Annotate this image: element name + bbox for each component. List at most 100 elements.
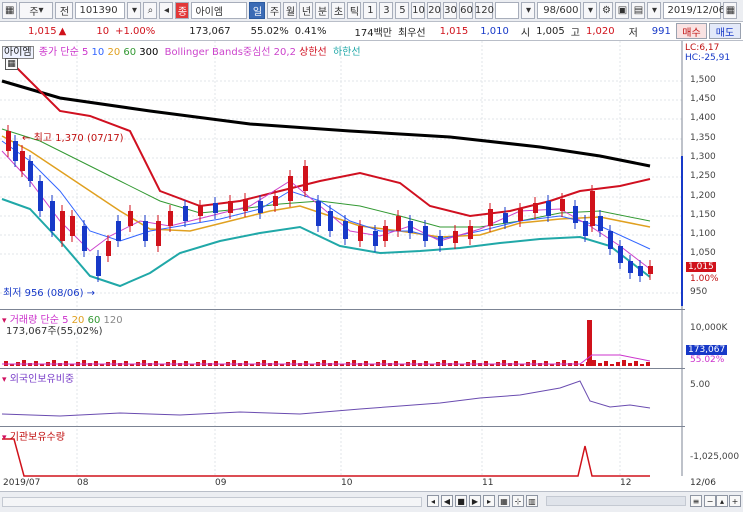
tab-weekly[interactable]: 주 [267, 2, 282, 19]
x-tick-08: 08 [77, 478, 89, 488]
period-3[interactable]: 3 [379, 2, 394, 19]
stock-code-input[interactable]: 101390 [75, 2, 126, 19]
grid-icon[interactable]: ▦ [5, 58, 18, 70]
y-tick-1150: 1,150 [690, 210, 716, 220]
candle-body [243, 199, 248, 211]
candle-body [648, 266, 653, 274]
candle-body [546, 201, 551, 216]
candle-body [116, 221, 121, 241]
tab-second[interactable]: 초 [331, 2, 346, 19]
stop-icon[interactable]: ■ [455, 495, 467, 507]
calendar-icon[interactable]: ▦ [723, 2, 738, 19]
scroll-left-icon[interactable]: ◂ [427, 495, 439, 507]
hc-label: HC:-25,91 [685, 53, 731, 63]
tab-tick[interactable]: 틱 [347, 2, 362, 19]
volume-value: 173,067 [189, 25, 231, 37]
candle-body [423, 226, 428, 241]
low-label: 저 [628, 27, 638, 39]
y-tick-1250: 1,250 [690, 171, 716, 181]
high-annotation: ← 최고 1,370 (07/17) [22, 129, 124, 144]
y-tick-1350: 1,350 [690, 133, 716, 143]
period-5[interactable]: 5 [395, 2, 410, 19]
candle-body [13, 141, 18, 161]
quote-bar: 1,015 ▲ 10 +1.00% 173,067 55.02% 0.41% 1… [0, 22, 743, 41]
step-forward-icon[interactable]: ▶ [469, 495, 481, 507]
settings-icon[interactable]: ⚙ [599, 2, 614, 19]
tab-daily[interactable]: 일 [249, 2, 266, 19]
list-icon[interactable]: ≡ [690, 495, 702, 507]
zoom-out-icon[interactable]: − [704, 495, 716, 507]
ma10-line [1, 140, 651, 250]
candle-body [168, 211, 173, 226]
search-icon[interactable]: ⌕ [143, 2, 158, 19]
candle-body [70, 216, 75, 236]
save-icon[interactable]: ▤ [631, 2, 646, 19]
step-back-icon[interactable]: ◀ [441, 495, 453, 507]
x-tick-12: 12 [620, 478, 632, 488]
scroll-track[interactable] [2, 497, 422, 507]
market-dropdown[interactable]: 전 [55, 2, 74, 19]
date-field[interactable]: 2019/12/06 [663, 2, 725, 19]
candle-body [408, 221, 413, 233]
bollinger-legend: Bollinger Bands중심선 20,2 [164, 47, 296, 58]
x-tick-09: 09 [215, 478, 227, 488]
lock-icon[interactable]: ▣ [615, 2, 630, 19]
candle-body [488, 209, 493, 226]
code-dropdown-icon[interactable]: ▾ [127, 2, 142, 19]
sell-button[interactable]: 매도 [709, 23, 741, 39]
scroll-right-icon[interactable]: ▸ [483, 495, 495, 507]
crosshair-icon[interactable]: ⊹ [512, 495, 524, 507]
expand-icon[interactable]: ▾ [2, 433, 7, 443]
range-icon[interactable]: ▦ [498, 495, 510, 507]
period-120[interactable]: 120 [475, 2, 494, 19]
chart-type-icon[interactable]: ▥ [526, 495, 538, 507]
candle-body [590, 191, 595, 226]
candle-body [383, 226, 388, 241]
foreign-title: 외국인보유비중 [9, 374, 75, 385]
candle-body [618, 246, 623, 263]
open-price: 1,005 [536, 25, 565, 37]
custom-dropdown-icon[interactable]: ▾ [521, 2, 536, 19]
candle-body [143, 221, 148, 241]
period-10[interactable]: 10 [411, 2, 426, 19]
period-60[interactable]: 60 [459, 2, 474, 19]
bb-upper-legend: 상한선 [299, 47, 327, 58]
expand-icon[interactable]: ▾ [2, 375, 7, 385]
period-20[interactable]: 20 [427, 2, 442, 19]
stock-chart[interactable]: 아이엠 종가 단순 5 10 20 60 300 Bollinger Bands… [0, 41, 743, 512]
candle-body [560, 199, 565, 211]
candle-body [608, 231, 613, 249]
candle-body [518, 209, 523, 221]
stock-name-field[interactable]: 아이엠 [191, 2, 248, 19]
candle-body [183, 206, 188, 221]
chevron-down-icon[interactable]: ▾ [583, 2, 598, 19]
best-bid: 1,010 [480, 25, 509, 37]
vol-ma120-legend: 120 [103, 315, 123, 326]
y-tick-1400: 1,400 [690, 113, 716, 123]
candle-body [598, 216, 603, 231]
candle-body [328, 211, 333, 231]
scroll-up-icon[interactable]: ▴ [716, 495, 728, 507]
ma60-legend: 60 [123, 47, 137, 58]
ma10-legend: 10 [91, 47, 105, 58]
candle-body [96, 256, 101, 276]
tab-minute[interactable]: 분 [315, 2, 330, 19]
zoom-track[interactable] [546, 496, 686, 506]
period-30[interactable]: 30 [443, 2, 458, 19]
buy-button[interactable]: 매수 [676, 23, 707, 39]
candle-body [128, 211, 133, 226]
tab-monthly[interactable]: 월 [283, 2, 298, 19]
chevron-down-icon: ▾ [38, 5, 44, 16]
menu-icon[interactable]: ▦ [2, 2, 18, 19]
timeframe-dropdown[interactable]: 주 ▾ [19, 2, 54, 19]
speaker-icon[interactable]: ◂ [159, 2, 174, 19]
zoom-in-icon[interactable]: + [729, 495, 741, 507]
date-dropdown-icon[interactable]: ▾ [647, 2, 662, 19]
turnover-rate: 0.41% [294, 25, 327, 37]
y-tick-1050: 1,050 [690, 248, 716, 258]
period-custom-input[interactable] [495, 2, 520, 19]
bar-count-field[interactable]: 98/600 [537, 2, 582, 19]
tab-yearly[interactable]: 년 [299, 2, 314, 19]
candle-body [358, 226, 363, 241]
period-1[interactable]: 1 [363, 2, 378, 19]
